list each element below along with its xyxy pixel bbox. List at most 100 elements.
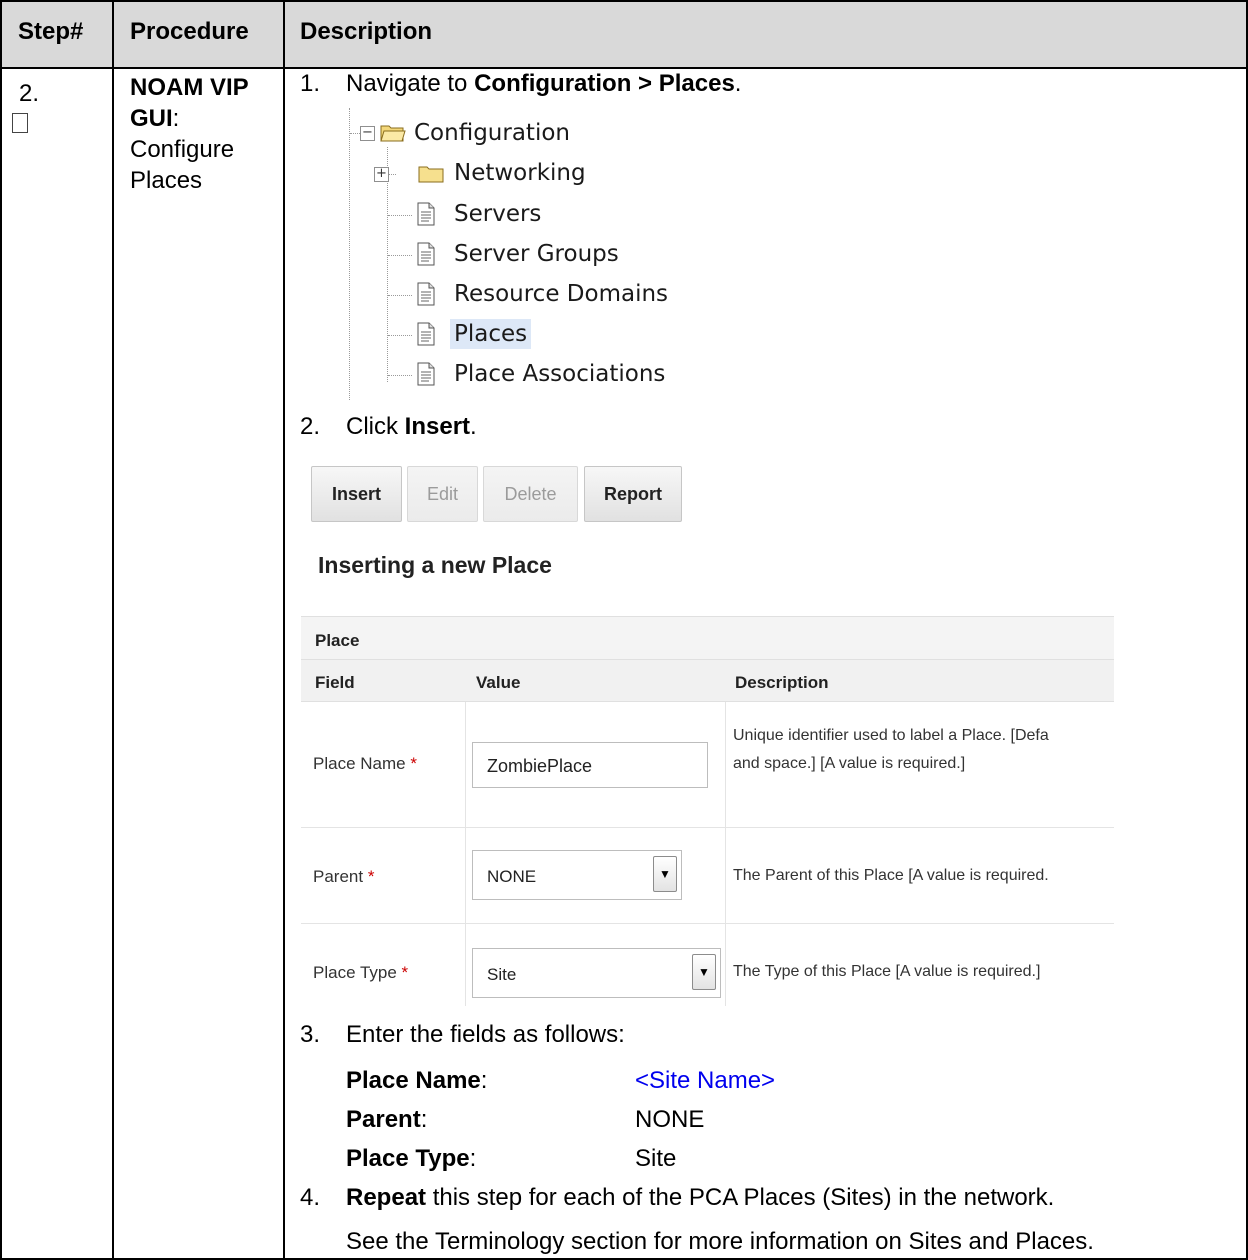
insert-place-form: Place Field Value Description Place Name… bbox=[301, 616, 1114, 1006]
place-type-select[interactable]: Site ▼ bbox=[472, 948, 721, 998]
instruction-4-bold: Repeat bbox=[346, 1184, 427, 1211]
parent-select[interactable]: NONE ▼ bbox=[472, 850, 682, 900]
required-asterisk: * bbox=[401, 963, 409, 982]
tree-guide-line bbox=[349, 108, 350, 400]
instruction-note: See the Terminology section for more inf… bbox=[346, 1228, 1094, 1255]
chevron-down-icon[interactable]: ▼ bbox=[692, 954, 716, 990]
table-col-divider-1 bbox=[112, 0, 114, 1260]
form-col-separator bbox=[725, 702, 726, 1006]
value-label-place-name: Place Name: bbox=[346, 1067, 488, 1094]
step-checkbox[interactable] bbox=[12, 113, 28, 133]
tree-root-configuration[interactable]: Configuration bbox=[414, 120, 570, 146]
value-label-place-type: Place Type: bbox=[346, 1145, 477, 1172]
tree-item-networking[interactable]: Networking bbox=[454, 160, 586, 186]
instruction-1-path: Configuration > Places bbox=[474, 70, 735, 97]
place-name-label-text: Place Name bbox=[313, 754, 406, 773]
folder-icon bbox=[418, 166, 444, 183]
tree-branch bbox=[388, 174, 396, 175]
insert-button[interactable]: Insert bbox=[311, 466, 402, 522]
value-label-parent: Parent: bbox=[346, 1106, 428, 1133]
instruction-2-number: 2. bbox=[300, 413, 321, 440]
step-number: 2. bbox=[19, 80, 40, 107]
tree-branch bbox=[388, 335, 412, 336]
place-name-description: Unique identifier used to label a Place.… bbox=[733, 722, 1049, 778]
value-label-parent-text: Parent bbox=[346, 1106, 421, 1133]
instruction-4: Repeat this step for each of the PCA Pla… bbox=[346, 1184, 1054, 1212]
tree-item-server-groups[interactable]: Server Groups bbox=[454, 241, 619, 267]
required-asterisk: * bbox=[367, 867, 375, 886]
tree-branch bbox=[388, 375, 412, 376]
delete-button[interactable]: Delete bbox=[483, 466, 578, 522]
place-name-input[interactable]: ZombiePlace bbox=[472, 742, 708, 788]
form-column-header: Field Value Description bbox=[301, 659, 1114, 702]
instruction-2-post: . bbox=[470, 413, 477, 440]
procedure-title: NOAM VIP GUI bbox=[130, 74, 249, 132]
required-asterisk: * bbox=[410, 754, 417, 773]
value-parent: NONE bbox=[635, 1106, 705, 1133]
tree-item-servers[interactable]: Servers bbox=[454, 201, 541, 227]
header-description: Description bbox=[300, 18, 433, 45]
parent-selected-value: NONE bbox=[487, 867, 537, 886]
collapse-toggle[interactable]: − bbox=[360, 126, 375, 141]
value-label-place-name-text: Place Name bbox=[346, 1067, 481, 1094]
value-place-name: <Site Name> bbox=[635, 1067, 776, 1094]
parent-description: The Parent of this Place [A value is req… bbox=[733, 867, 1049, 884]
form-col-separator bbox=[465, 702, 466, 1006]
value-place-type: Site bbox=[635, 1145, 677, 1172]
form-section-header: Place bbox=[301, 616, 1114, 659]
report-button[interactable]: Report bbox=[584, 466, 682, 522]
instruction-1: Navigate to Configuration > Places. bbox=[346, 70, 741, 98]
procedure-line-1: Configure bbox=[130, 136, 235, 163]
procedure-line-2: Places bbox=[130, 167, 203, 194]
tree-branch bbox=[388, 295, 412, 296]
document-icon bbox=[417, 362, 435, 386]
instruction-2-target: Insert bbox=[404, 413, 471, 440]
table-col-divider-2 bbox=[283, 0, 285, 1260]
place-name-label: Place Name * bbox=[313, 754, 417, 774]
form-row-divider bbox=[301, 923, 1114, 924]
open-folder-icon bbox=[380, 125, 406, 142]
place-type-label: Place Type * bbox=[313, 963, 408, 983]
place-type-label-text: Place Type bbox=[313, 963, 397, 982]
instruction-3-number: 3. bbox=[300, 1021, 321, 1048]
instruction-4-rest: this step for each of the PCA Places (Si… bbox=[426, 1184, 1055, 1211]
header-step: Step# bbox=[18, 18, 84, 45]
instruction-2: Click Insert. bbox=[346, 413, 477, 441]
tree-item-resource-domains[interactable]: Resource Domains bbox=[454, 281, 668, 307]
instruction-1-pre: Navigate to bbox=[346, 70, 475, 97]
instruction-1-post: . bbox=[734, 70, 742, 97]
tree-item-place-associations[interactable]: Place Associations bbox=[454, 361, 665, 387]
column-value: Value bbox=[476, 673, 521, 692]
place-type-selected-value: Site bbox=[487, 965, 517, 984]
document-icon bbox=[417, 202, 435, 226]
place-type-description: The Type of this Place [A value is requi… bbox=[733, 963, 1041, 980]
document-icon bbox=[417, 282, 435, 306]
document-icon bbox=[417, 322, 435, 346]
table-border-left bbox=[0, 0, 2, 1260]
column-field: Field bbox=[315, 673, 355, 692]
procedure-cell: NOAM VIP GUI: Configure Places bbox=[130, 72, 280, 196]
document-icon bbox=[417, 242, 435, 266]
column-description: Description bbox=[735, 673, 829, 692]
instruction-1-number: 1. bbox=[300, 70, 321, 97]
tree-branch bbox=[388, 255, 412, 256]
header-procedure: Procedure bbox=[130, 18, 249, 45]
place-name-desc-line-1: Unique identifier used to label a Place.… bbox=[733, 727, 1049, 744]
procedure-colon: : bbox=[172, 105, 180, 132]
instruction-4-number: 4. bbox=[300, 1184, 321, 1211]
tree-item-places-selected[interactable]: Places bbox=[450, 319, 532, 349]
expand-toggle[interactable]: + bbox=[374, 167, 389, 182]
tree-sub-guide-line bbox=[387, 147, 388, 382]
parent-label-text: Parent bbox=[313, 867, 364, 886]
chevron-down-icon[interactable]: ▼ bbox=[653, 856, 677, 892]
form-row-divider bbox=[301, 827, 1114, 828]
instruction-3: Enter the fields as follows: bbox=[346, 1021, 625, 1048]
form-section-title: Place bbox=[315, 631, 360, 650]
parent-label: Parent * bbox=[313, 867, 374, 887]
edit-button[interactable]: Edit bbox=[407, 466, 478, 522]
instruction-2-pre: Click bbox=[346, 413, 405, 440]
table-header-divider bbox=[0, 67, 1248, 69]
table-border-top bbox=[0, 0, 1248, 2]
tree-branch bbox=[388, 215, 412, 216]
value-label-place-type-text: Place Type bbox=[346, 1145, 470, 1172]
